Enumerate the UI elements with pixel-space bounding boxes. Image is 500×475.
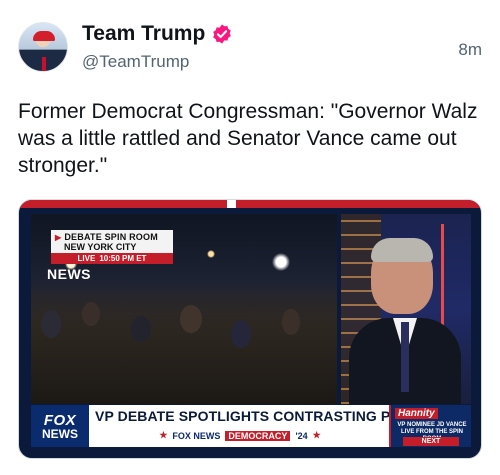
democracy-label: DEMOCRACY [225,430,291,441]
live-bar: LIVE 10:50 PM ET [51,253,173,264]
display-name[interactable]: Team Trump [82,22,205,46]
hannity-next: NEXT [403,437,459,446]
spin-room-tag: ▶ DEBATE SPIN ROOM NEW YORK CITY [51,230,173,255]
play-triangle-icon: ▶ [55,232,62,242]
handle[interactable]: @TeamTrump [82,52,189,72]
spin-room-panel: ▶ DEBATE SPIN ROOM NEW YORK CITY LIVE 10… [31,214,337,404]
news-bug: NEWS [47,266,91,282]
sub-brand: FOX NEWS [172,430,221,441]
hannity-promo: Hannity VP NOMINEE JD VANCE LIVE FROM TH… [389,405,471,447]
year-label: '24 [295,430,308,441]
live-time: 10:50 PM ET [99,254,147,263]
tie-shape [42,57,46,71]
spin-room-line2: NEW YORK CITY [64,242,137,252]
anchor-hair [371,238,433,262]
crowd-scene [31,284,337,404]
chyron-subbar: ★ FOX NEWS DEMOCRACY '24 ★ [95,428,385,443]
chyron: FOX NEWS VP DEBATE SPOTLIGHTS CONTRASTIN… [31,405,471,447]
video-thumbnail[interactable]: ▶ DEBATE SPIN ROOM NEW YORK CITY LIVE 10… [18,199,482,459]
tweet-text: Former Democrat Congressman: "Governor W… [18,100,478,177]
name-row: Team Trump [82,22,233,46]
anchor-tie [401,322,409,392]
live-label: LIVE [77,254,96,263]
avatar[interactable] [18,22,68,72]
fox-news-logo: FOX NEWS [31,405,89,447]
cap-shape [33,31,55,41]
chyron-headline: VP DEBATE SPOTLIGHTS CONTRASTING POLICIE… [95,408,448,424]
top-stripe [19,200,481,208]
spin-room-line1: ▶ DEBATE SPIN ROOM [55,232,158,242]
anchor-panel [341,214,471,404]
hannity-logo: Hannity [395,408,438,419]
star-icon: ★ [159,430,168,440]
tweet-header: Team Trump @TeamTrump 8m [18,18,482,80]
star-icon: ★ [312,430,321,440]
timestamp[interactable]: 8m [458,40,482,60]
verified-badge-icon [213,24,232,44]
